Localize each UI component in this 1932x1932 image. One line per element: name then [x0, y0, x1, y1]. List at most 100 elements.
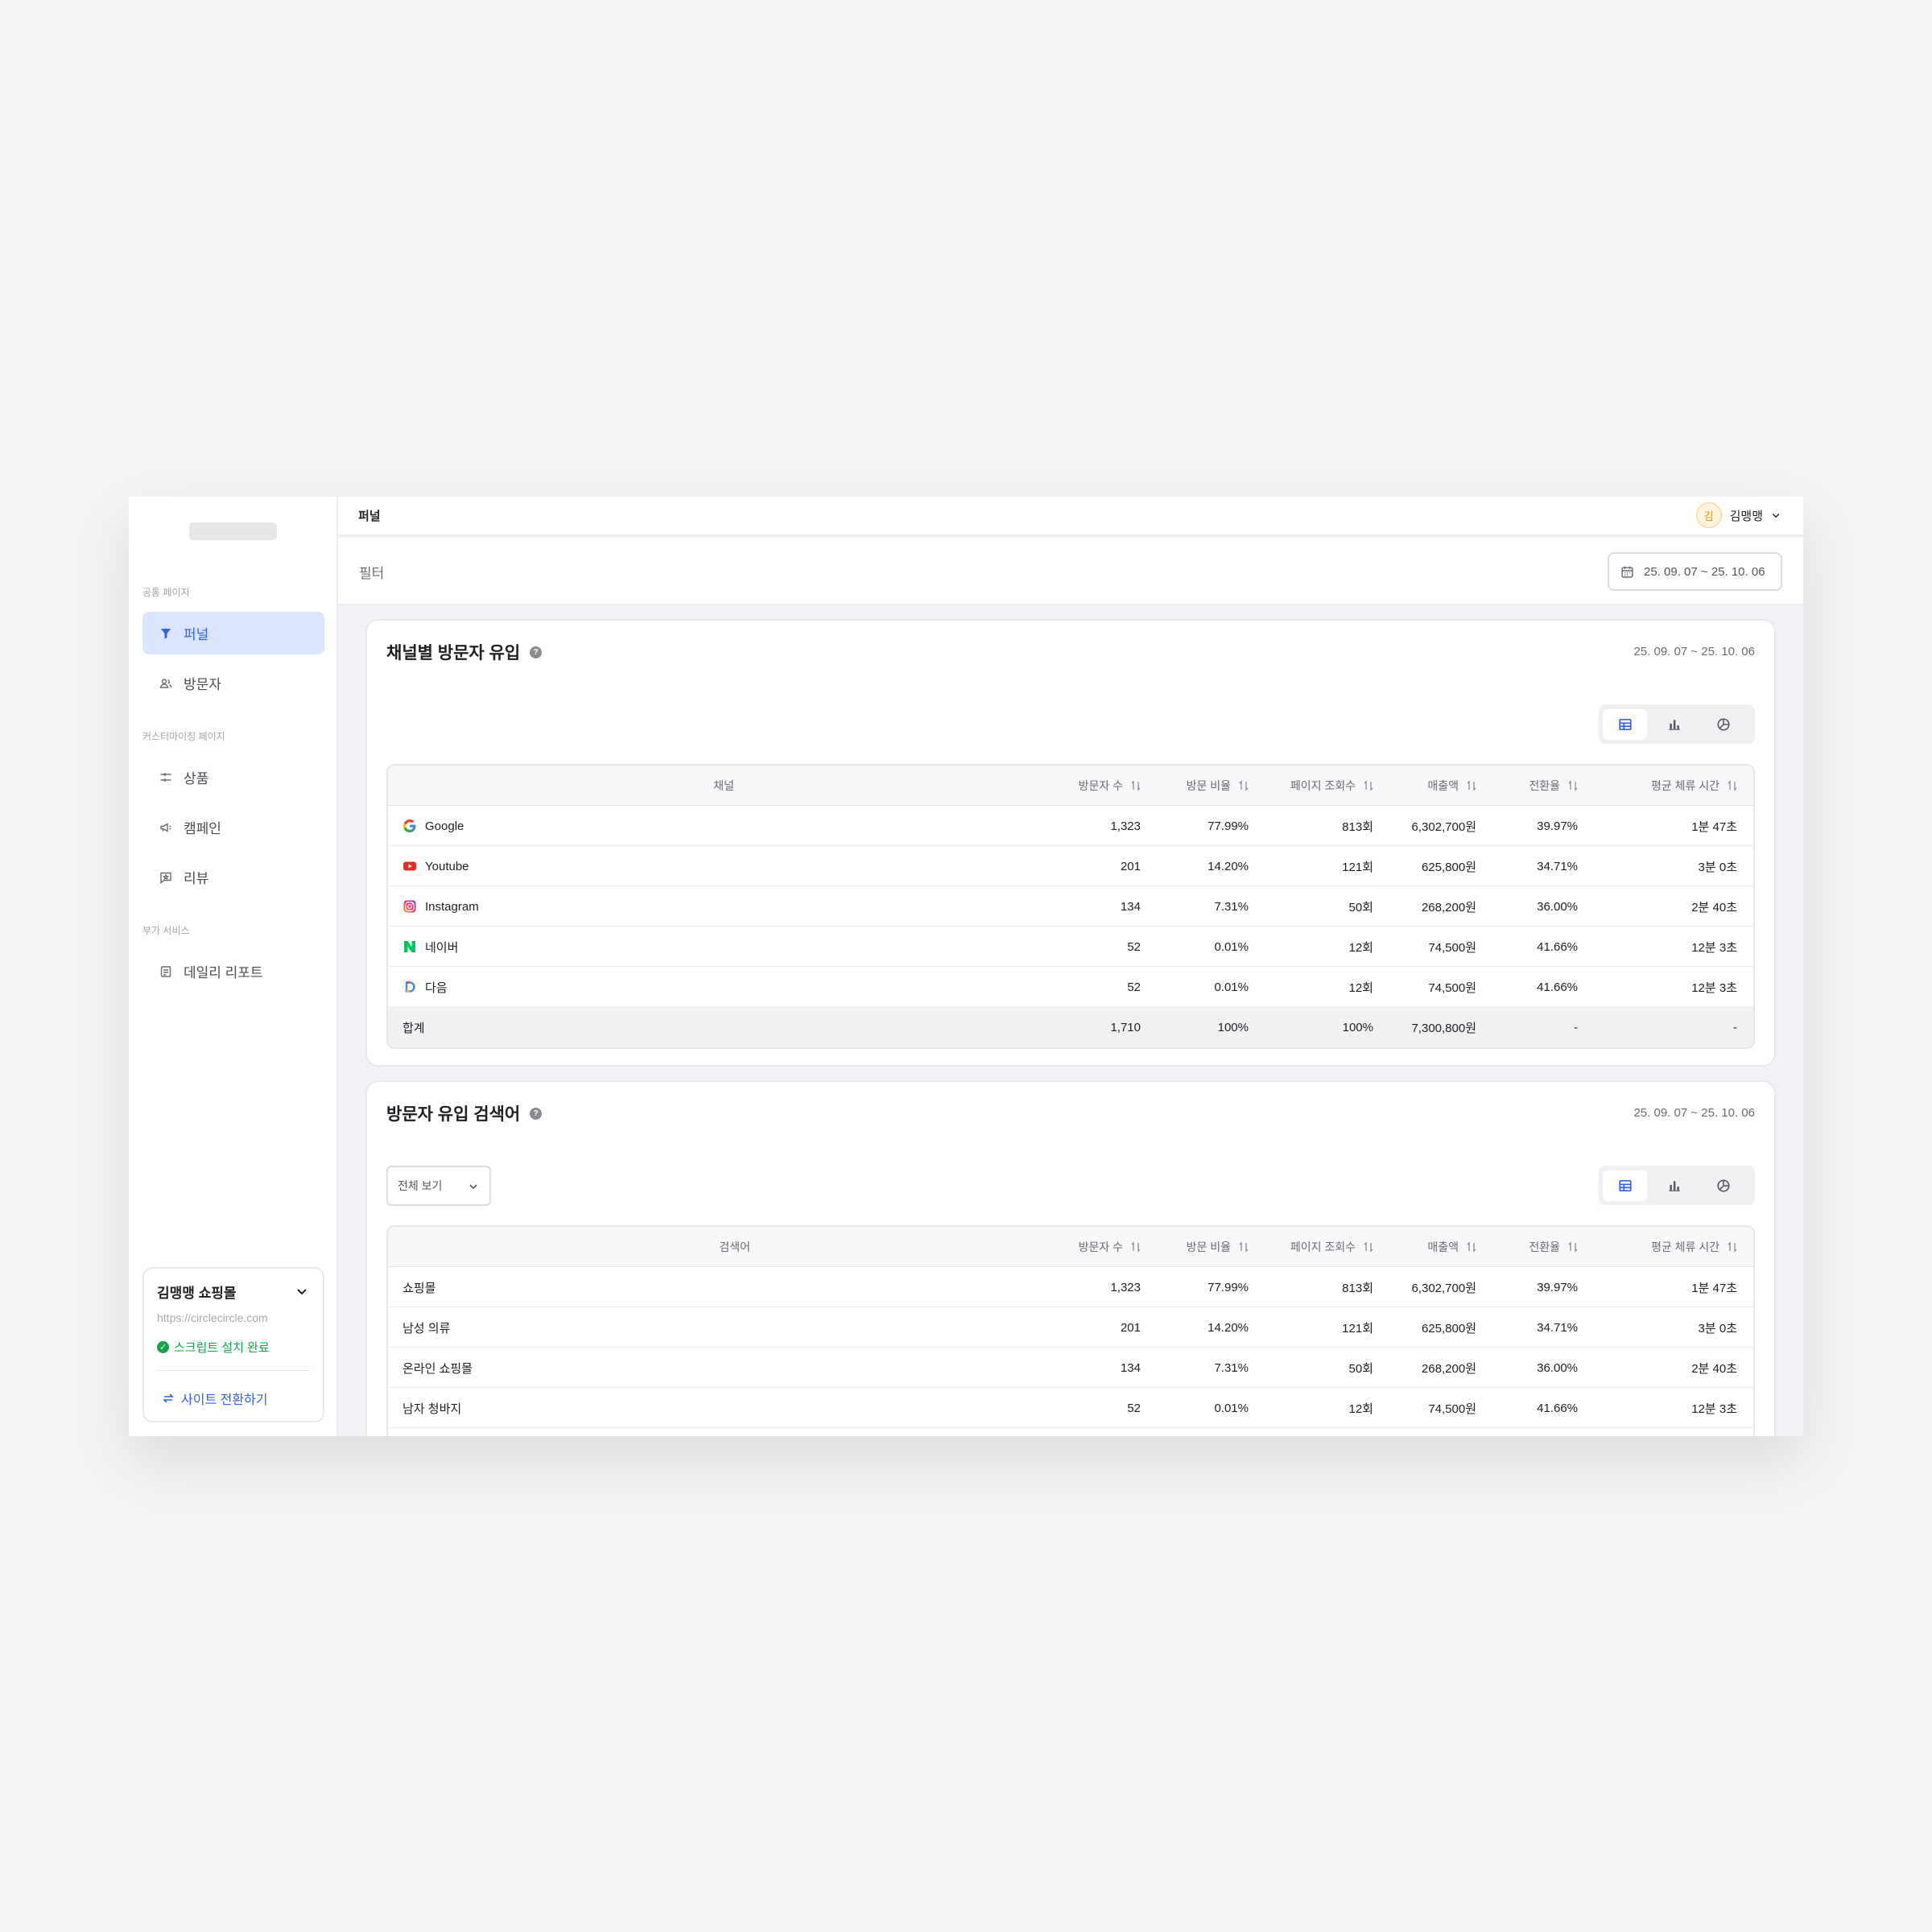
- table-row[interactable]: Instagram 134 7.31% 50회 268,200원 36.00% …: [388, 886, 1753, 927]
- funnel-icon: [157, 625, 175, 642]
- column-header-channel: 채널: [713, 779, 734, 792]
- views-cell: 813회: [1342, 819, 1373, 834]
- column-header-ratio[interactable]: 방문 비율: [1157, 1227, 1249, 1267]
- sales-cell: 625,800원: [1421, 1321, 1476, 1335]
- column-header-conversion[interactable]: 전환율: [1491, 766, 1578, 806]
- channel-cell: Youtube: [402, 846, 469, 886]
- sidebar-item-campaign[interactable]: 캠페인: [142, 806, 324, 848]
- sidebar-item-funnel[interactable]: 퍼널: [142, 612, 324, 654]
- table-icon: [1619, 1179, 1632, 1191]
- table-header-row: 검색어 방문자 수 방문 비율 페이지 조회수 매출액 전환율 평균 체류 시간: [388, 1227, 1753, 1267]
- google-icon: [402, 819, 417, 833]
- sidebar-item-label: 퍼널: [184, 627, 209, 642]
- daum-icon: [402, 980, 417, 994]
- sort-icon: [1239, 1241, 1249, 1253]
- stay-cell: 12분 3초: [1691, 940, 1737, 955]
- sidebar-item-label: 상품: [184, 771, 209, 786]
- review-icon: [157, 869, 175, 886]
- chevron-down-icon[interactable]: [295, 1285, 308, 1298]
- ratio-cell: 77.99%: [1208, 819, 1249, 833]
- table-row[interactable]: 온라인 쇼핑몰 134 7.31% 50회 268,200원 36.00% 2분…: [388, 1348, 1753, 1388]
- keyword-cell: 남성 의류: [402, 1321, 451, 1335]
- stay-cell: 12분 3초: [1691, 980, 1737, 995]
- sidebar-item-review[interactable]: 리뷰: [142, 856, 324, 898]
- site-name: 김맹맹 쇼핑몰: [157, 1286, 237, 1301]
- bar-chart-view-button[interactable]: [1652, 709, 1696, 740]
- ratio-cell: 14.20%: [1208, 1320, 1249, 1335]
- table-row[interactable]: Youtube 201 14.20% 121회 625,800원 34.71% …: [388, 846, 1753, 886]
- date-range-picker[interactable]: 25. 09. 07 ~ 25. 10. 06: [1608, 552, 1782, 591]
- megaphone-icon: [157, 819, 175, 836]
- table-view-button[interactable]: [1603, 1170, 1648, 1201]
- column-header-views[interactable]: 페이지 조회수: [1257, 1227, 1373, 1267]
- column-header-ratio[interactable]: 방문 비율: [1157, 766, 1249, 806]
- column-header-sales[interactable]: 매출액: [1386, 766, 1476, 806]
- column-header-stay[interactable]: 평균 체류 시간: [1596, 766, 1737, 806]
- column-header-stay[interactable]: 평균 체류 시간: [1596, 1227, 1737, 1267]
- sort-icon: [1728, 780, 1737, 791]
- sales-cell: 7,300,800원: [1411, 1021, 1476, 1035]
- channel-cell: Google: [402, 806, 464, 846]
- pie-chart-view-button[interactable]: [1702, 1170, 1746, 1201]
- conversion-cell: 39.97%: [1537, 819, 1578, 833]
- column-header-sales[interactable]: 매출액: [1386, 1227, 1476, 1267]
- switch-site-button[interactable]: 사이트 전환하기: [157, 1389, 310, 1408]
- views-cell: 121회: [1342, 1321, 1373, 1335]
- sort-icon: [1728, 1241, 1737, 1253]
- keyword-filter-select[interactable]: 전체 보기: [386, 1166, 491, 1206]
- script-status: ✓ 스크립트 설치 완료: [157, 1339, 310, 1356]
- app-window: 공통 페이지 퍼널 방문자 커스터마이징 페이지 상품 캠페인 리뷰 부가 서비…: [129, 497, 1803, 1436]
- stay-cell: -: [1733, 1020, 1737, 1034]
- card-date: 25. 09. 07 ~ 25. 10. 06: [1633, 1106, 1755, 1120]
- table-row[interactable]: [388, 1428, 1753, 1436]
- views-cell: 50회: [1348, 1361, 1374, 1376]
- sidebar-item-label: 리뷰: [184, 871, 209, 886]
- bar-chart-view-button[interactable]: [1652, 1170, 1696, 1201]
- switch-site-label: 사이트 전환하기: [181, 1393, 268, 1407]
- pie-chart-icon: [1717, 717, 1730, 731]
- pie-chart-view-button[interactable]: [1702, 709, 1746, 740]
- section-label-custom: 커스터마이징 페이지: [142, 731, 225, 742]
- views-cell: 12회: [1348, 980, 1374, 995]
- main-content: 퍼널 김 김맹맹 필터 25. 09. 07 ~ 25. 10. 06 채널별 …: [338, 497, 1803, 1436]
- views-cell: 121회: [1342, 860, 1373, 874]
- column-header-views[interactable]: 페이지 조회수: [1257, 766, 1373, 806]
- ratio-cell: 100%: [1217, 1020, 1249, 1034]
- column-header-visitors[interactable]: 방문자 수: [1060, 766, 1141, 806]
- channel-cell: 네이버: [402, 927, 458, 967]
- pie-chart-icon: [1717, 1179, 1730, 1192]
- table-view-button[interactable]: [1603, 708, 1648, 740]
- table-row[interactable]: 남성 의류 201 14.20% 121회 625,800원 34.71% 3분…: [388, 1307, 1753, 1348]
- sidebar-item-visitors[interactable]: 방문자: [142, 662, 324, 704]
- card-date: 25. 09. 07 ~ 25. 10. 06: [1633, 645, 1755, 658]
- ratio-cell: 0.01%: [1214, 980, 1249, 994]
- table-row[interactable]: 다음 52 0.01% 12회 74,500원 41.66% 12분 3초: [388, 967, 1753, 1007]
- table-row[interactable]: 네이버 52 0.01% 12회 74,500원 41.66% 12분 3초: [388, 927, 1753, 967]
- visitors-cell: 201: [1120, 1320, 1141, 1335]
- card-title: 방문자 유입 검색어 ?: [386, 1101, 543, 1125]
- visitors-cell: 134: [1120, 1360, 1141, 1375]
- bar-chart-icon: [1669, 719, 1680, 730]
- help-icon[interactable]: ?: [530, 1107, 543, 1120]
- youtube-icon: [402, 859, 417, 873]
- sidebar-item-daily-report[interactable]: 데일리 리포트: [142, 950, 324, 993]
- table-header-row: 채널 방문자 수 방문 비율 페이지 조회수 매출액 전환율 평균 체류 시간: [388, 766, 1753, 806]
- section-label-extra: 부가 서비스: [142, 925, 190, 936]
- table-row[interactable]: 남자 청바지 52 0.01% 12회 74,500원 41.66% 12분 3…: [388, 1388, 1753, 1428]
- column-header-conversion[interactable]: 전환율: [1491, 1227, 1578, 1267]
- table-row[interactable]: Google 1,323 77.99% 813회 6,302,700원 39.9…: [388, 806, 1753, 846]
- sort-icon: [1239, 780, 1249, 791]
- visitors-cell: 1,710: [1110, 1020, 1141, 1034]
- table-row[interactable]: 쇼핑몰 1,323 77.99% 813회 6,302,700원 39.97% …: [388, 1267, 1753, 1307]
- stay-cell: 2분 40초: [1691, 1361, 1737, 1376]
- sidebar-item-products[interactable]: 상품: [142, 756, 324, 799]
- sort-icon: [1568, 780, 1578, 791]
- bar-chart-icon: [1669, 1180, 1680, 1191]
- column-header-visitors[interactable]: 방문자 수: [1060, 1227, 1141, 1267]
- user-menu[interactable]: 김 김맹맹: [1695, 502, 1781, 528]
- visitors-cell: 52: [1127, 1401, 1141, 1415]
- total-label: 합계: [402, 1021, 425, 1035]
- logo-placeholder[interactable]: [189, 522, 277, 540]
- page-title: 퍼널: [358, 510, 381, 523]
- help-icon[interactable]: ?: [530, 646, 543, 658]
